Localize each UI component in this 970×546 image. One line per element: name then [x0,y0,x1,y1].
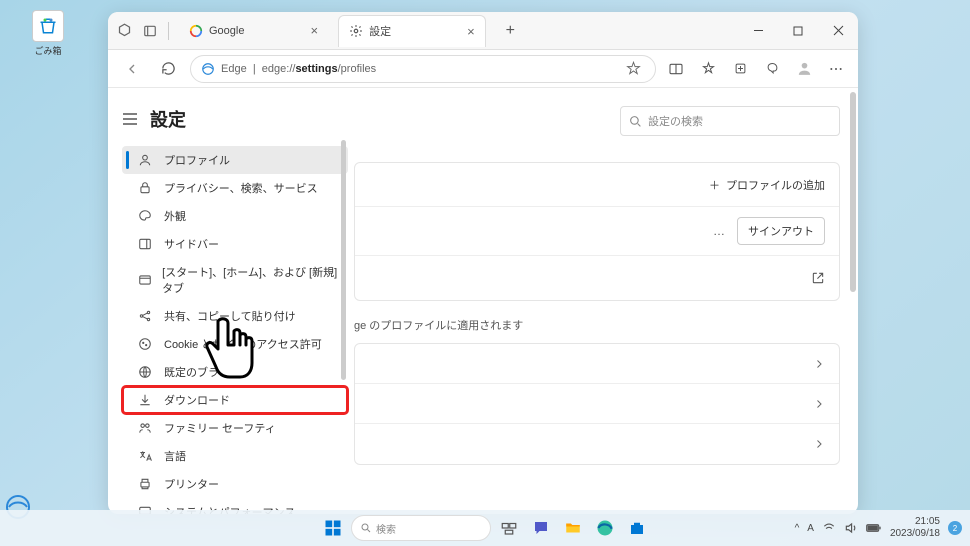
printer-icon [138,477,154,491]
profile-avatar[interactable] [792,57,816,81]
settings-title: 設定 [150,106,186,132]
tab-actions-icon[interactable] [142,23,158,39]
main-scrollbar[interactable] [850,92,856,292]
volume-icon[interactable] [844,521,858,535]
profile-more-button[interactable]: … [713,224,727,238]
tab-settings[interactable]: 設定 × [338,15,486,47]
workspace-icon[interactable] [116,23,132,39]
ime-indicator[interactable]: A [807,523,814,534]
gear-icon [349,24,363,38]
sidebar-item-appearance[interactable]: 外観 [122,202,348,230]
profile-card: ＋ プロファイルの追加 … サインアウト [354,162,840,301]
signout-button[interactable]: サインアウト [737,217,825,245]
start-button[interactable] [319,514,347,542]
download-icon [138,393,154,407]
list-item[interactable] [355,384,839,424]
new-tab-button[interactable]: + [496,22,525,40]
sync-note: ge のプロファイルに適用されます [354,317,840,333]
close-button[interactable] [818,12,858,50]
google-favicon [189,24,203,38]
lock-icon [138,181,154,195]
hand-cursor-annotation [200,313,260,383]
tab-google[interactable]: Google × [179,15,328,47]
chevron-right-icon [813,398,825,410]
back-button[interactable] [118,55,146,83]
sidebar-scrollbar[interactable] [341,140,346,380]
search-icon [629,115,642,128]
browser-icon [138,365,154,379]
wifi-icon[interactable] [822,521,836,535]
list-item[interactable] [355,424,839,464]
close-icon[interactable]: × [310,23,318,38]
maximize-button[interactable] [778,12,818,50]
address-bar: Edge | edge://settings/profiles [108,50,858,88]
tray-chevron-icon[interactable]: ^ [795,523,800,534]
notification-badge[interactable]: 2 [948,521,962,535]
sidebar-item-start-home[interactable]: [スタート]、[ホーム]、および [新規] タブ [122,258,348,302]
list-item[interactable] [355,344,839,384]
taskbar-clock[interactable]: 21:05 2023/09/18 [890,516,940,540]
user-icon [138,153,154,167]
content-area: 設定 プロファイル プライバシー、検索、サービス 外観 サイドバー [108,88,858,514]
file-explorer-icon[interactable] [559,514,587,542]
chat-icon[interactable] [527,514,555,542]
titlebar: Google × 設定 × + [108,12,858,50]
more-menu-icon[interactable] [824,57,848,81]
share-icon [138,309,154,323]
chevron-right-icon [813,358,825,370]
taskbar-search[interactable]: 検索 [351,515,491,541]
battery-icon[interactable] [866,522,882,534]
task-view-icon[interactable] [495,514,523,542]
sidebar-item-printer[interactable]: プリンター [122,470,348,498]
sidebar-item-profile[interactable]: プロファイル [122,146,348,174]
recycle-bin[interactable]: ごみ箱 [28,10,68,57]
recycle-bin-label: ごみ箱 [28,44,68,57]
close-icon[interactable]: × [467,24,475,39]
store-icon[interactable] [623,514,651,542]
collections-icon[interactable] [728,57,752,81]
cookie-icon [138,337,154,351]
refresh-button[interactable] [154,55,182,83]
sidebar-item-language[interactable]: 言語 [122,442,348,470]
plus-icon: ＋ [709,177,720,193]
sidebar-item-family[interactable]: ファミリー セーフティ [122,414,348,442]
favorite-star-icon[interactable] [621,57,645,81]
settings-main: 設定の検索 ＋ プロファイルの追加 … サインアウト [348,88,858,514]
browser-window: Google × 設定 × + [108,12,858,514]
settings-search-input[interactable]: 設定の検索 [620,106,840,136]
family-icon [138,421,154,435]
edge-taskbar-icon[interactable] [591,514,619,542]
taskbar: 検索 ^ A 21:05 2023/09/18 2 [0,510,970,546]
search-icon [360,522,372,534]
settings-sidebar: 設定 プロファイル プライバシー、検索、サービス 外観 サイドバー [108,88,348,514]
sidebar-item-sidebar[interactable]: サイドバー [122,230,348,258]
tab-icon [138,273,152,287]
sidebar-item-downloads[interactable]: ダウンロード [122,386,348,414]
split-screen-icon[interactable] [664,57,688,81]
recycle-bin-icon [32,10,64,42]
sidebar-icon [138,237,154,251]
language-icon [138,449,154,463]
minimize-button[interactable] [738,12,778,50]
url-input[interactable]: Edge | edge://settings/profiles [190,55,656,83]
sidebar-item-privacy[interactable]: プライバシー、検索、サービス [122,174,348,202]
chevron-right-icon [813,438,825,450]
external-link-icon[interactable] [811,271,825,285]
appearance-icon [138,209,154,223]
favorites-icon[interactable] [696,57,720,81]
hamburger-icon[interactable] [122,112,140,126]
add-profile-button[interactable]: ＋ プロファイルの追加 [709,177,825,193]
profile-settings-list [354,343,840,465]
edge-icon [201,62,215,76]
extensions-icon[interactable] [760,57,784,81]
